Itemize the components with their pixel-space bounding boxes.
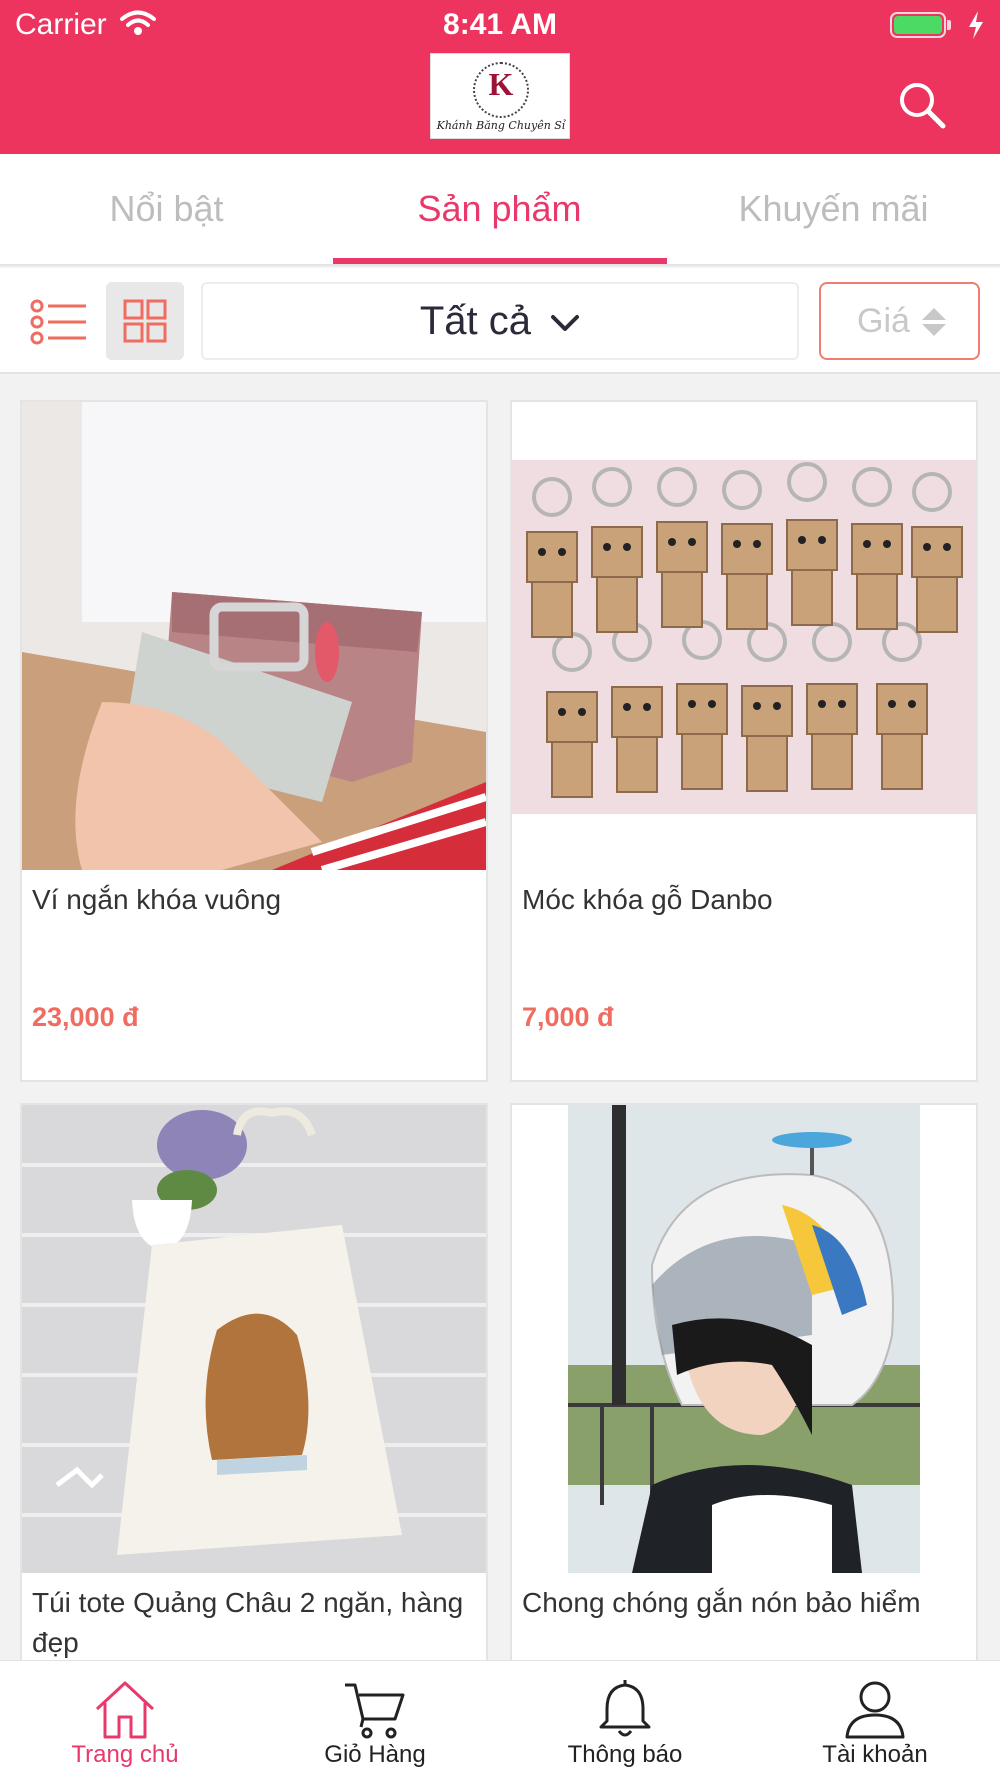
search-icon[interactable] <box>895 78 951 134</box>
product-name[interactable]: Túi tote Quảng Châu 2 ngăn, hàng đẹp <box>32 1583 476 1663</box>
charging-icon <box>969 11 983 39</box>
status-bar: Carrier 8:41 AM <box>0 0 1000 50</box>
home-icon <box>95 1681 155 1739</box>
battery-icon <box>890 12 946 38</box>
product-name[interactable]: Chong chóng gắn nón bảo hiểm <box>522 1583 966 1623</box>
product-name[interactable]: Móc khóa gỗ Danbo <box>522 880 966 920</box>
app-header: Carrier 8:41 AM K Khánh Băng Chuyên Sỉ <box>0 0 1000 154</box>
nav-home[interactable]: Trang chủ <box>0 1661 250 1778</box>
nav-cart-label: Giỏ Hàng <box>324 1741 426 1768</box>
shop-logo[interactable]: K Khánh Băng Chuyên Sỉ <box>430 53 570 139</box>
product-image[interactable] <box>22 402 486 870</box>
category-filter-dropdown[interactable]: Tất cả <box>201 282 799 360</box>
product-image[interactable] <box>512 402 976 870</box>
cart-icon <box>345 1683 405 1739</box>
nav-cart[interactable]: Giỏ Hàng <box>250 1661 500 1778</box>
product-price: 23,000 đ <box>32 1002 139 1032</box>
battery-tip <box>947 20 951 30</box>
tab-featured[interactable]: Nổi bật <box>0 154 333 264</box>
product-image[interactable] <box>22 1105 486 1573</box>
sort-icon <box>922 308 946 336</box>
category-filter-value: Tất cả <box>419 299 532 343</box>
grid-view-icon <box>123 299 167 343</box>
price-sort-label: Giá <box>857 302 910 340</box>
active-tab-indicator <box>333 258 667 264</box>
chevron-down-icon <box>551 315 580 332</box>
product-name[interactable]: Ví ngắn khóa vuông <box>32 880 476 920</box>
status-time: 8:41 AM <box>443 8 557 41</box>
product-card[interactable]: Móc khóa gỗ Danbo 7,000 đ <box>510 400 978 1082</box>
logo-letter: K <box>488 66 514 102</box>
nav-home-label: Trang chủ <box>71 1741 179 1768</box>
product-card[interactable]: Ví ngắn khóa vuông 23,000 đ <box>20 400 488 1082</box>
tab-promotions[interactable]: Khuyến mãi <box>667 154 1000 264</box>
logo-text: Khánh Băng Chuyên Sỉ <box>436 119 566 132</box>
category-tabs: Nổi bật Sản phẩm Khuyến mãi <box>0 154 1000 266</box>
nav-notifications[interactable]: Thông báo <box>500 1661 750 1778</box>
user-icon <box>845 1681 905 1739</box>
filter-toolbar: Tất cả Giá <box>0 268 1000 374</box>
nav-account-label: Tài khoản <box>822 1741 928 1768</box>
product-image[interactable] <box>512 1105 976 1573</box>
product-price: 7,000 đ <box>522 1002 614 1032</box>
tab-products[interactable]: Sản phẩm <box>333 154 666 264</box>
list-view-icon[interactable] <box>30 298 90 346</box>
price-sort-button[interactable]: Giá <box>819 282 980 360</box>
nav-notifications-label: Thông báo <box>567 1741 683 1768</box>
product-card[interactable]: Túi tote Quảng Châu 2 ngăn, hàng đẹp <box>20 1103 488 1703</box>
grid-view-button[interactable] <box>106 282 184 360</box>
nav-account[interactable]: Tài khoản <box>750 1661 1000 1778</box>
product-card[interactable]: Chong chóng gắn nón bảo hiểm <box>510 1103 978 1703</box>
bell-icon <box>599 1680 651 1737</box>
bottom-tab-bar: Trang chủ Giỏ Hàng Thông báo Tài khoản <box>0 1660 1000 1778</box>
